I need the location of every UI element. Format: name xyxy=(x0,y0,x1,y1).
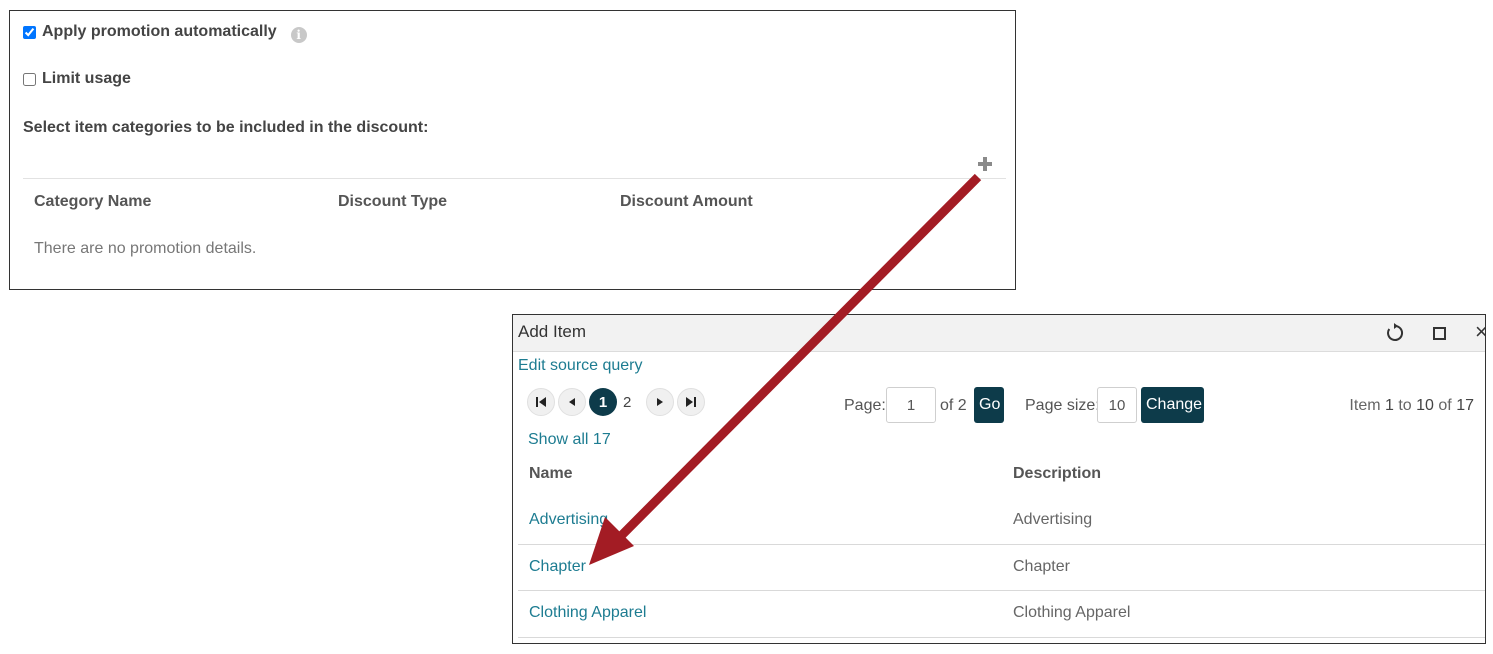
next-page-button[interactable] xyxy=(646,388,674,416)
last-page-button[interactable] xyxy=(677,388,705,416)
row-divider xyxy=(518,637,1485,638)
column-name[interactable]: Name xyxy=(529,465,573,483)
dialog-header: Add Item × xyxy=(513,315,1485,352)
apply-auto-label[interactable]: Apply promotion automatically xyxy=(42,23,277,41)
range-start: 1 xyxy=(1385,397,1394,414)
change-button[interactable]: Change xyxy=(1141,387,1204,423)
range-end: 10 xyxy=(1416,397,1434,414)
row-name-link[interactable]: Advertising xyxy=(529,511,608,529)
refresh-icon[interactable] xyxy=(1385,323,1405,343)
page-1-button[interactable]: 1 xyxy=(589,388,617,416)
next-page-icon xyxy=(657,398,663,406)
edit-source-query-link[interactable]: Edit source query xyxy=(518,357,643,375)
prev-page-icon xyxy=(569,398,575,406)
row-name-link[interactable]: Chapter xyxy=(529,558,586,576)
limit-usage-checkbox[interactable] xyxy=(23,72,36,86)
row-description: Clothing Apparel xyxy=(1013,604,1131,621)
maximize-icon[interactable] xyxy=(1433,327,1446,340)
item-range: Item 1 to 10 of 17 xyxy=(1349,397,1474,415)
page-number-input[interactable] xyxy=(886,387,936,423)
info-icon[interactable]: i xyxy=(290,27,307,43)
header-discount-amount[interactable]: Discount Amount xyxy=(620,193,753,211)
header-category-name[interactable]: Category Name xyxy=(34,193,151,211)
last-page-icon xyxy=(686,397,696,407)
row-name-link[interactable]: Clothing Apparel xyxy=(529,604,646,622)
show-all-link[interactable]: Show all 17 xyxy=(528,431,611,449)
row-description: Chapter xyxy=(1013,558,1070,575)
first-page-icon xyxy=(536,397,546,407)
empty-message: There are no promotion details. xyxy=(34,240,257,257)
table-row[interactable]: Clothing Apparel Clothing Apparel xyxy=(518,591,1485,637)
page-label: Page: xyxy=(844,397,886,414)
close-icon[interactable]: × xyxy=(1475,320,1485,344)
page-size-label: Page size: xyxy=(1025,397,1100,414)
go-button[interactable]: Go xyxy=(974,387,1004,423)
section-label: Select item categories to be included in… xyxy=(23,119,429,136)
promotion-panel: Apply promotion automatically i Limit us… xyxy=(9,10,1016,290)
column-description[interactable]: Description xyxy=(1013,465,1101,483)
first-page-button[interactable] xyxy=(527,388,555,416)
limit-usage-label[interactable]: Limit usage xyxy=(42,70,131,88)
range-prefix: Item xyxy=(1349,397,1381,414)
range-total: 17 xyxy=(1456,397,1474,414)
apply-auto-row: Apply promotion automatically i xyxy=(23,21,307,43)
page-of-label: of 2 xyxy=(940,397,967,414)
add-item-dialog: Add Item × Edit source query 1 2 Page: o… xyxy=(512,314,1486,644)
range-to: to xyxy=(1398,397,1412,414)
apply-auto-checkbox[interactable] xyxy=(23,25,36,39)
range-of: of xyxy=(1438,397,1452,414)
table-row[interactable]: Chapter Chapter xyxy=(518,545,1485,591)
header-discount-type[interactable]: Discount Type xyxy=(338,193,447,211)
prev-page-button[interactable] xyxy=(558,388,586,416)
table-row[interactable]: Advertising Advertising xyxy=(518,498,1485,544)
plus-icon[interactable] xyxy=(977,156,993,172)
limit-usage-row: Limit usage xyxy=(23,70,131,88)
row-description: Advertising xyxy=(1013,511,1093,528)
page-size-input[interactable] xyxy=(1097,387,1137,423)
divider xyxy=(23,178,1006,179)
dialog-title: Add Item xyxy=(518,322,587,341)
page-2-button[interactable]: 2 xyxy=(623,394,631,411)
